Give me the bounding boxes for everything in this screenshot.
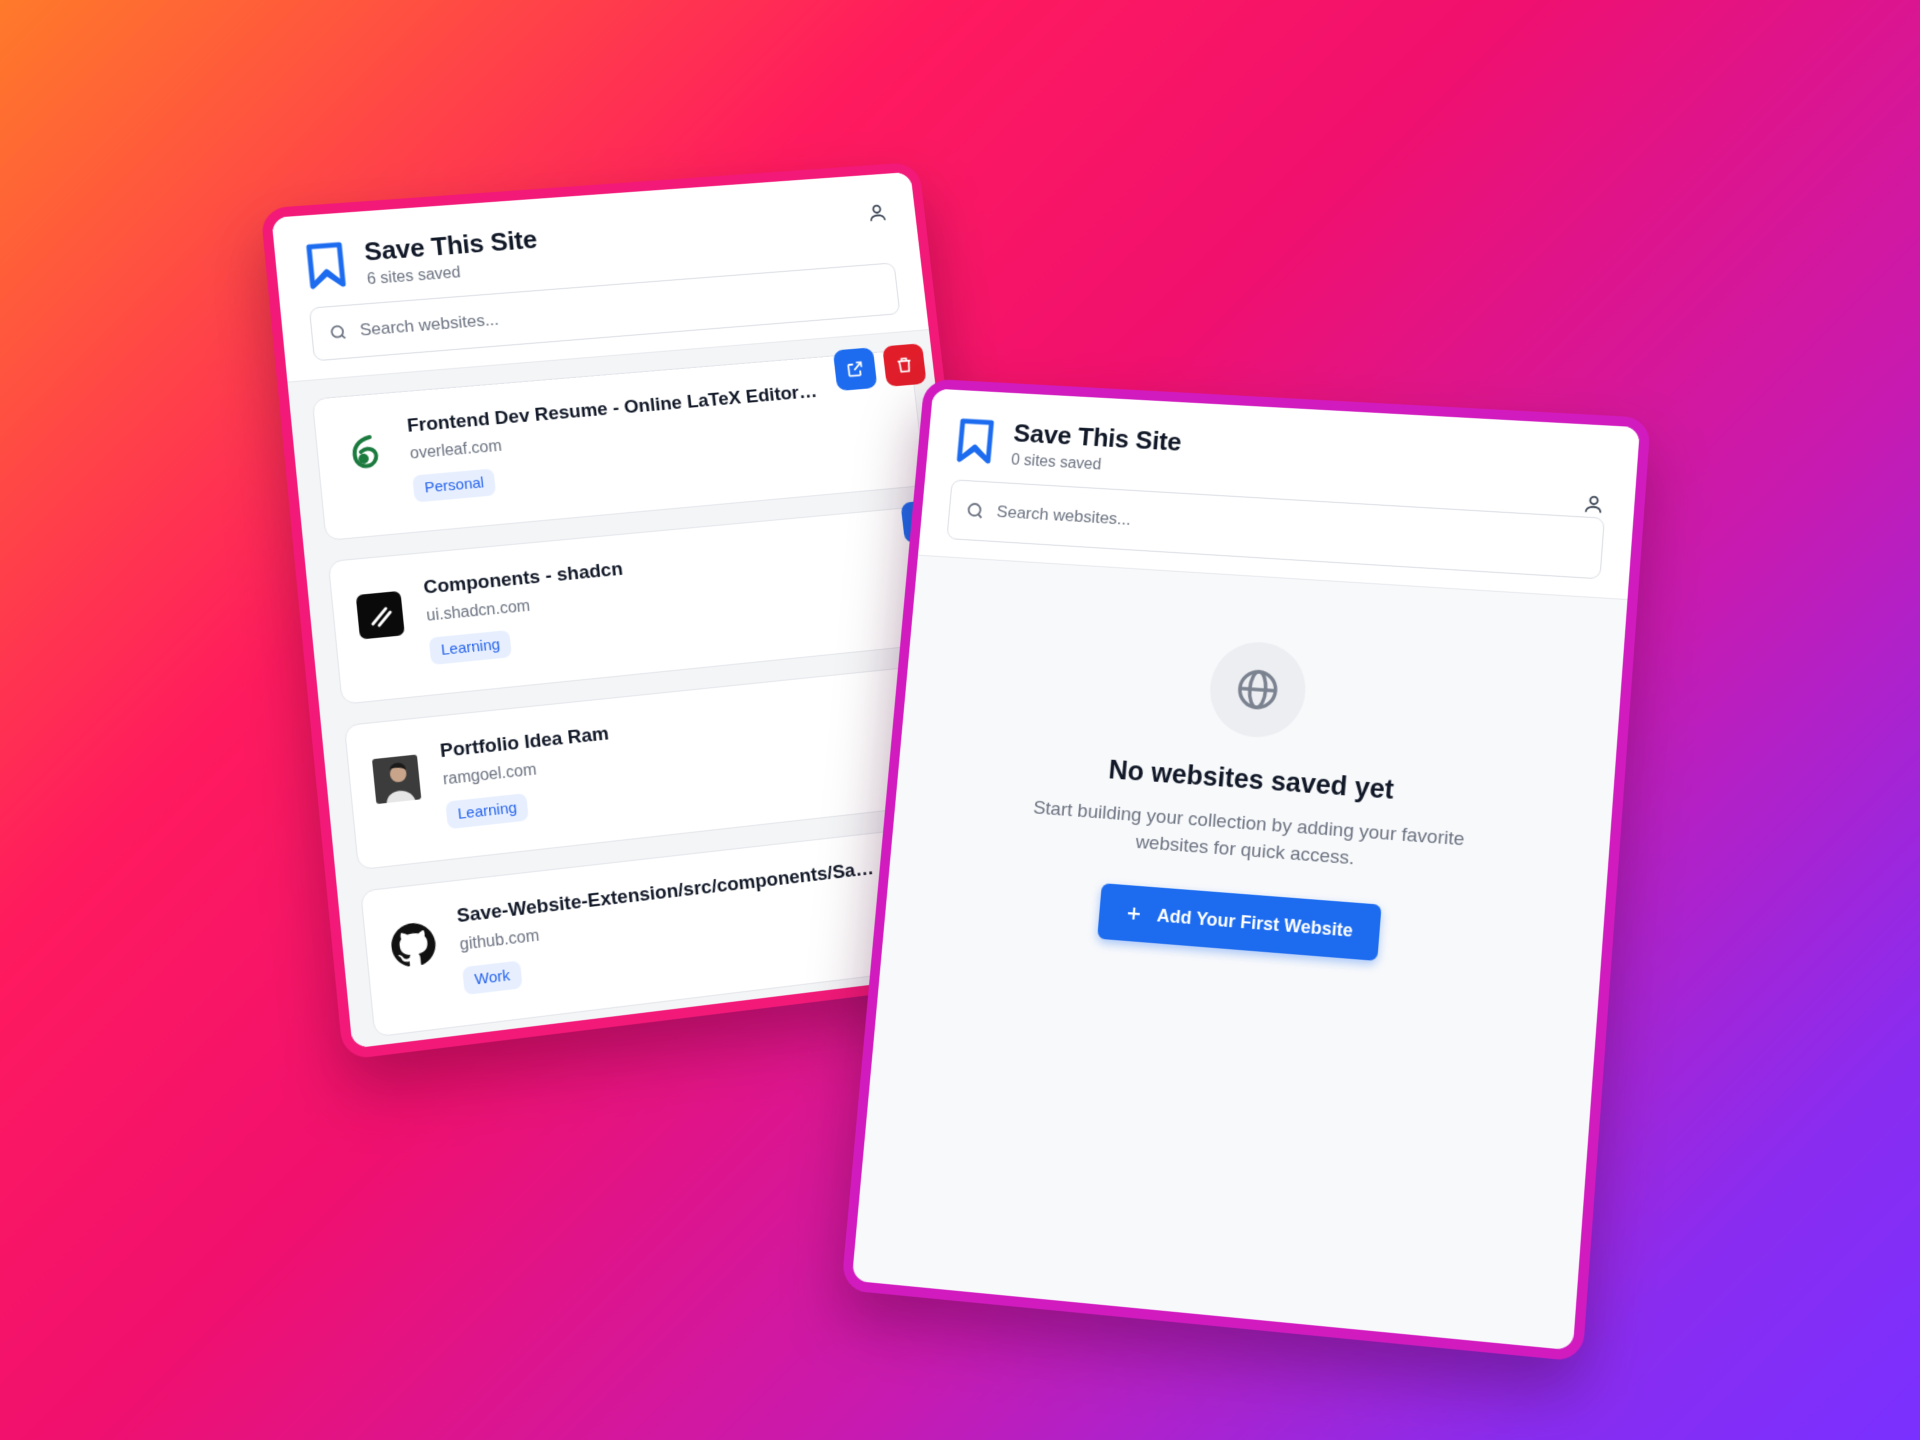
category-tag[interactable]: Personal [412, 468, 497, 503]
bookmark-logo-icon [302, 240, 349, 293]
search-input[interactable] [358, 279, 883, 341]
overleaf-icon [338, 428, 389, 478]
category-tag[interactable]: Learning [445, 792, 530, 830]
globe-icon [1232, 664, 1283, 715]
trash-icon [894, 355, 915, 376]
add-first-website-button[interactable]: Add Your First Website [1097, 883, 1382, 962]
category-tag[interactable]: Work [462, 960, 523, 996]
user-icon [1582, 493, 1606, 516]
delete-site-button[interactable] [882, 343, 927, 387]
user-icon [866, 201, 889, 223]
plus-icon [1125, 904, 1144, 923]
avatar-icon [371, 753, 423, 805]
empty-state-title: No websites saved yet [1107, 754, 1395, 805]
category-tag[interactable]: Learning [428, 629, 513, 666]
empty-state-description: Start building your collection by adding… [1032, 797, 1466, 869]
external-link-icon [845, 359, 866, 380]
background-stage: Save This Site 6 sites saved Search webs… [0, 0, 1920, 1440]
open-site-button[interactable] [832, 347, 878, 392]
search-icon [964, 499, 986, 521]
extension-popup-empty: Save This Site 0 sites saved Search webs… [841, 378, 1651, 1362]
popup-title: Save This Site [1012, 418, 1183, 457]
empty-state: No websites saved yet Start building you… [885, 556, 1628, 979]
search-input[interactable] [995, 502, 1587, 558]
add-button-label: Add Your First Website [1156, 905, 1354, 941]
user-profile-button[interactable] [1578, 489, 1608, 518]
shadcn-icon [355, 590, 406, 641]
globe-badge [1206, 639, 1310, 741]
bookmark-logo-icon [953, 416, 997, 466]
user-profile-button[interactable] [862, 198, 892, 227]
site-card[interactable]: Frontend Dev Resume - Online LaTeX Edito… [311, 343, 927, 541]
search-icon [328, 322, 349, 343]
github-icon [387, 919, 439, 972]
